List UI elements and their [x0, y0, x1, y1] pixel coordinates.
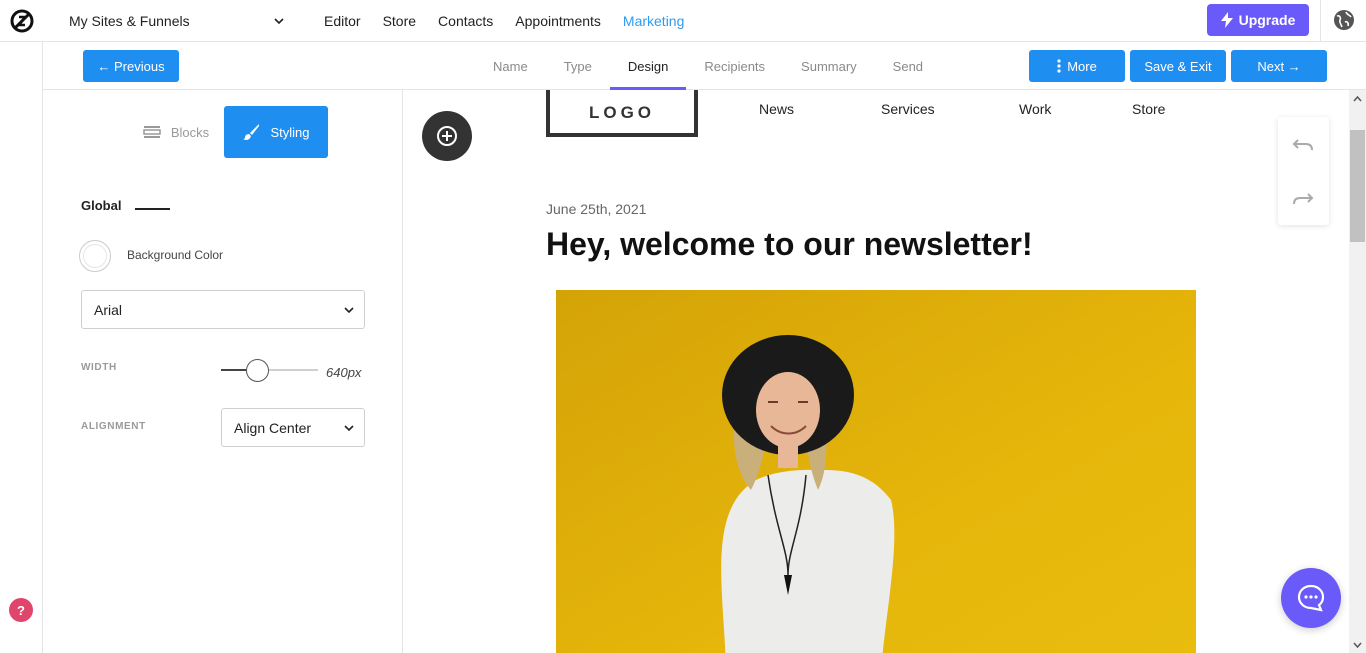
wizard-steps: Name Type Design Recipients Summary Send — [475, 42, 941, 90]
upgrade-button[interactable]: Upgrade — [1207, 4, 1309, 36]
lightning-icon — [1220, 12, 1233, 28]
divider — [1320, 0, 1321, 42]
next-button[interactable]: Next → — [1231, 50, 1327, 82]
chat-bubble-icon — [1297, 584, 1325, 612]
email-nav-news[interactable]: News — [759, 101, 794, 117]
hero-image[interactable] — [556, 290, 1196, 653]
tab-styling-label: Styling — [270, 124, 310, 140]
step-name[interactable]: Name — [475, 42, 546, 90]
wizard-step-bar: ← Previous Name Type Design Recipients S… — [42, 42, 1366, 90]
tab-blocks[interactable]: Blocks — [136, 106, 216, 158]
history-controls — [1278, 117, 1329, 225]
width-value: 640px — [326, 365, 362, 380]
redo-icon[interactable] — [1292, 187, 1314, 209]
blocks-icon — [143, 126, 161, 138]
site-selector-label: My Sites & Funnels — [69, 13, 190, 29]
canvas-scrollbar[interactable] — [1349, 90, 1366, 653]
help-icon[interactable]: ? — [9, 598, 33, 622]
plus-circle-icon — [437, 126, 457, 146]
alignment-value: Align Center — [234, 419, 312, 436]
step-recipients[interactable]: Recipients — [686, 42, 783, 90]
tab-styling[interactable]: Styling — [224, 106, 328, 158]
alignment-label: ALIGNMENT — [81, 421, 146, 432]
step-send[interactable]: Send — [875, 42, 941, 90]
save-exit-button[interactable]: Save & Exit — [1130, 50, 1226, 82]
email-logo[interactable]: LOGO — [546, 90, 698, 137]
paintbrush-icon — [243, 124, 260, 140]
upgrade-label: Upgrade — [1238, 12, 1296, 28]
email-date[interactable]: June 25th, 2021 — [546, 201, 646, 217]
add-block-button[interactable] — [422, 111, 472, 161]
chevron-down-icon — [274, 18, 284, 25]
more-label: More — [1067, 58, 1097, 74]
email-nav-work[interactable]: Work — [1019, 101, 1051, 117]
step-design[interactable]: Design — [609, 42, 687, 90]
email-nav-services[interactable]: Services — [881, 101, 935, 117]
width-slider-handle[interactable] — [246, 359, 269, 382]
globe-icon[interactable] — [1333, 9, 1355, 31]
nav-store[interactable]: Store — [383, 13, 416, 29]
background-color-label: Background Color — [127, 248, 224, 262]
chevron-down-icon — [344, 424, 354, 431]
main-nav: Editor Store Contacts Appointments Marke… — [324, 0, 706, 42]
chevron-down-icon — [344, 306, 354, 313]
vertical-dots-icon — [1057, 59, 1061, 73]
alignment-select[interactable]: Align Center — [221, 408, 365, 447]
email-nav-store[interactable]: Store — [1132, 101, 1165, 117]
nav-editor[interactable]: Editor — [324, 13, 361, 29]
email-headline[interactable]: Hey, welcome to our newsletter! — [546, 226, 1033, 263]
font-family-select[interactable]: Arial — [81, 290, 365, 329]
email-canvas: LOGO News Services Work Store June 25th,… — [404, 90, 1349, 653]
tab-blocks-label: Blocks — [170, 124, 210, 140]
background-color-swatch[interactable] — [79, 240, 111, 272]
step-summary[interactable]: Summary — [783, 42, 875, 90]
step-type[interactable]: Type — [546, 42, 610, 90]
divider — [135, 208, 170, 210]
brand-logo-icon[interactable] — [10, 9, 34, 33]
hero-image-illustration — [556, 290, 1196, 653]
undo-icon[interactable] — [1292, 133, 1314, 155]
more-button[interactable]: More — [1029, 50, 1125, 82]
width-label: WIDTH — [81, 362, 117, 373]
left-rail — [0, 42, 42, 653]
chat-button[interactable] — [1281, 568, 1341, 628]
font-family-value: Arial — [94, 301, 123, 318]
nav-contacts[interactable]: Contacts — [438, 13, 493, 29]
previous-button[interactable]: ← Previous — [83, 50, 179, 82]
styling-panel: Blocks Styling Global Background Color A… — [42, 90, 403, 653]
scroll-down-icon[interactable] — [1353, 640, 1362, 649]
scroll-up-icon[interactable] — [1353, 95, 1362, 104]
site-selector-dropdown[interactable]: My Sites & Funnels — [69, 0, 284, 42]
scrollbar-thumb[interactable] — [1350, 130, 1365, 242]
nav-marketing[interactable]: Marketing — [623, 13, 684, 29]
global-heading: Global — [81, 198, 122, 213]
nav-appointments[interactable]: Appointments — [515, 13, 601, 29]
top-navbar: My Sites & Funnels Editor Store Contacts… — [0, 0, 1366, 42]
